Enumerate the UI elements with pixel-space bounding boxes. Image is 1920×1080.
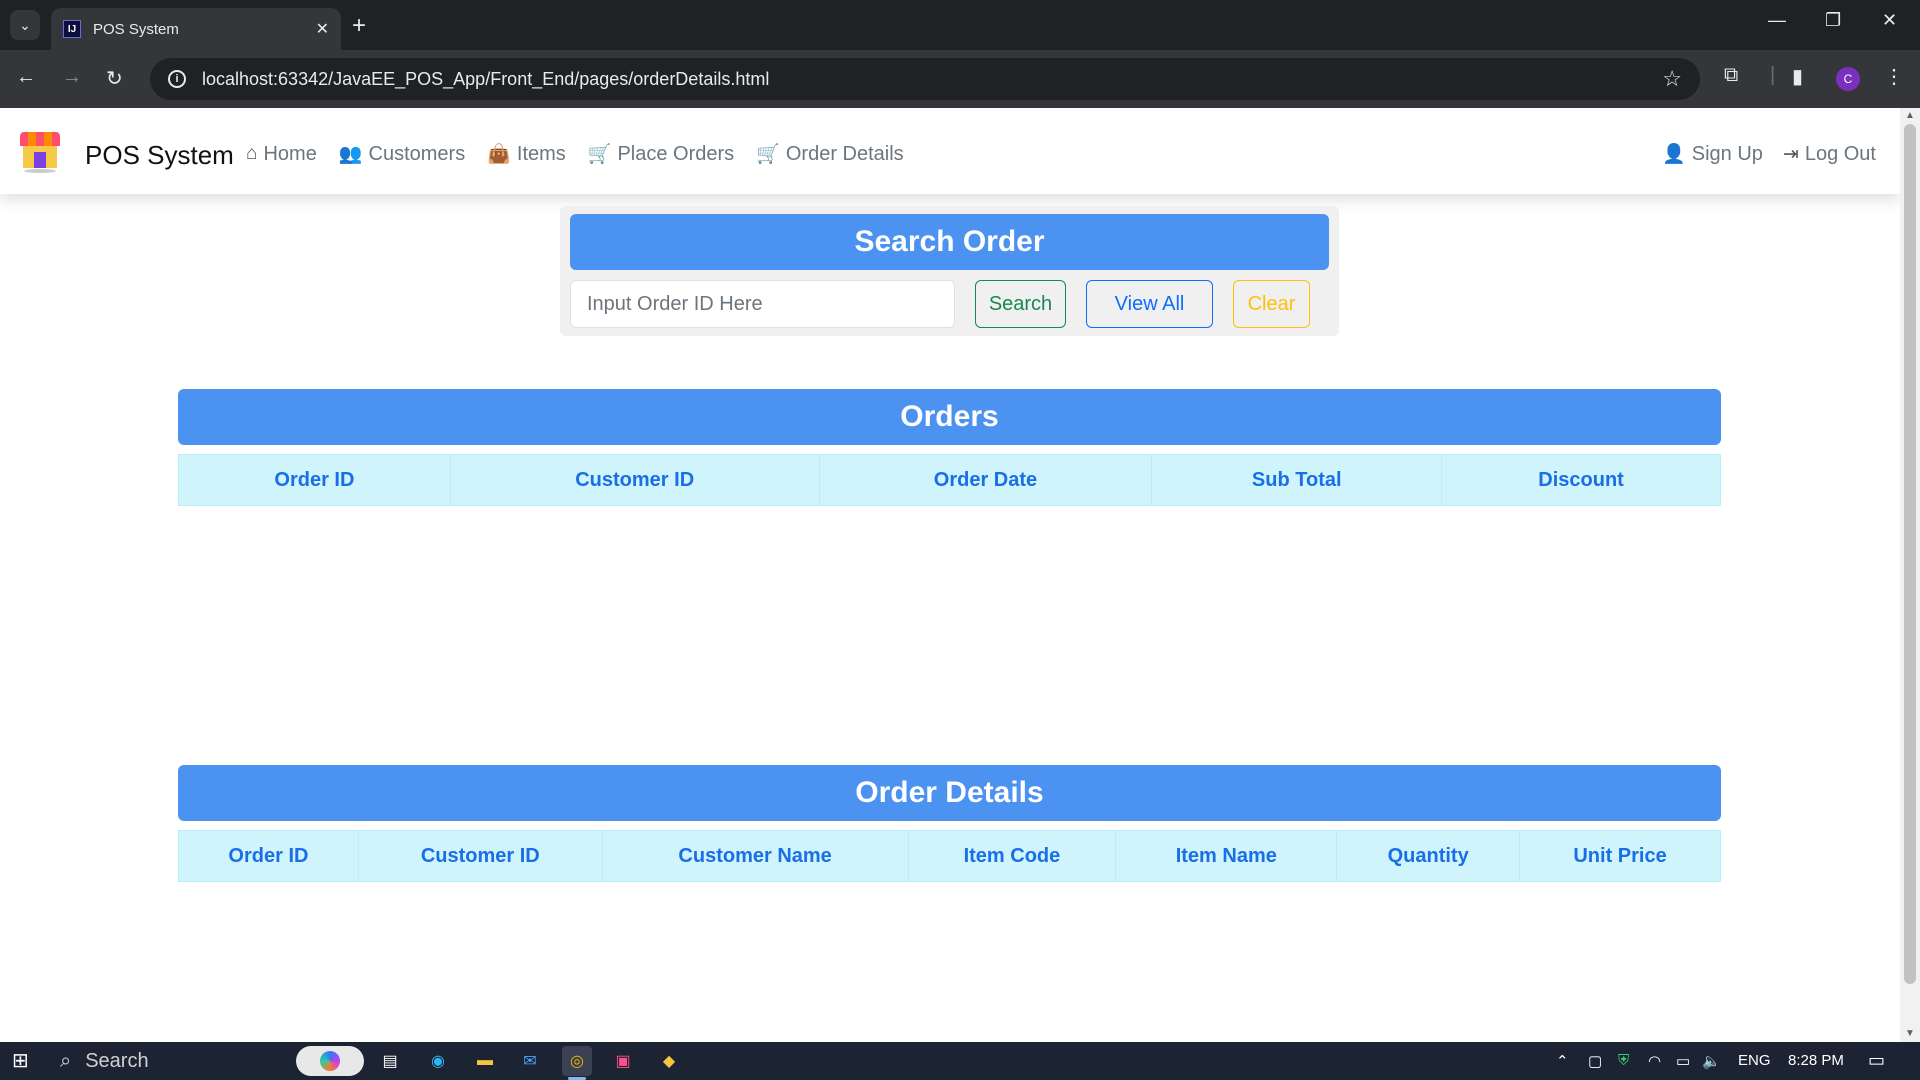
clear-button[interactable]: Clear: [1233, 280, 1310, 328]
orders-title: Orders: [178, 389, 1721, 445]
details-col-item-code[interactable]: Item Code: [907, 830, 1117, 882]
extensions-puzzle-icon[interactable]: ⧉: [1724, 64, 1738, 87]
back-arrow-icon[interactable]: ←: [16, 66, 36, 89]
orders-table: Order ID Customer ID Order Date Sub Tota…: [178, 454, 1721, 506]
security-shield-icon[interactable]: ⛨: [1618, 1052, 1629, 1069]
browser-tab-bar: ⌄ IJ POS System ✕ + — ❐ ✕: [0, 0, 1920, 50]
volume-icon[interactable]: 🔈: [1702, 1052, 1721, 1070]
nav-log-out[interactable]: ⇥ Log Out: [1783, 142, 1876, 166]
chrome-icon[interactable]: ◎: [562, 1046, 592, 1076]
wifi-icon[interactable]: ◠: [1648, 1052, 1661, 1070]
nav-links: ⌂ Home 👥 Customers 👜 Items 🛒 Place Orders 🛒 O…: [246, 142, 904, 166]
order-details-table: Order ID Customer ID Customer Name Item …: [178, 830, 1721, 882]
reload-icon[interactable]: ↻: [106, 66, 123, 91]
orders-col-order-date[interactable]: Order Date: [818, 454, 1153, 506]
intellij-icon[interactable]: ▣: [608, 1046, 638, 1076]
tray-chevron-icon[interactable]: ⌃: [1556, 1052, 1569, 1070]
brand-name[interactable]: POS System: [85, 140, 234, 171]
nav-home-label: Home: [263, 142, 317, 165]
file-explorer-icon[interactable]: ▬: [470, 1046, 500, 1076]
task-view-icon[interactable]: ▤: [375, 1046, 405, 1076]
taskbar-search-icon: ⌕: [60, 1049, 72, 1072]
view-all-button[interactable]: View All: [1086, 280, 1213, 328]
mail-icon[interactable]: ✉: [515, 1046, 545, 1076]
intellij-favicon-icon: IJ: [63, 20, 81, 38]
url-text: localhost:63342/JavaEE_POS_App/Front_End…: [202, 68, 770, 89]
forward-arrow-icon[interactable]: →: [62, 66, 82, 89]
tab-title: POS System: [93, 20, 179, 38]
order-id-search-input[interactable]: [570, 280, 955, 328]
details-col-item-name[interactable]: Item Name: [1115, 830, 1338, 882]
language-indicator[interactable]: ENG: [1738, 1052, 1771, 1069]
copilot-icon[interactable]: [296, 1046, 364, 1076]
page-scrollbar[interactable]: ▲ ▼: [1900, 108, 1920, 1042]
nav-place-orders[interactable]: 🛒 Place Orders: [588, 142, 734, 166]
taskbar-search-label: Search: [85, 1049, 149, 1072]
nav-order-details-label: Order Details: [785, 142, 904, 165]
nav-order-details[interactable]: 🛒 Order Details: [756, 142, 903, 166]
nav-right: 👤 Sign Up ⇥ Log Out: [1662, 142, 1876, 166]
browser-menu-icon[interactable]: ⋮: [1884, 64, 1904, 89]
notifications-icon[interactable]: ▭: [1868, 1050, 1885, 1071]
browser-tab[interactable]: IJ POS System ✕: [51, 8, 341, 50]
search-button[interactable]: Search: [975, 280, 1066, 328]
nav-customers-label: Customers: [368, 142, 466, 165]
cart-icon: 🛒: [756, 144, 780, 165]
scroll-down-arrow-icon[interactable]: ▼: [1905, 1028, 1915, 1039]
orders-col-discount[interactable]: Discount: [1441, 454, 1721, 506]
git-tool-icon[interactable]: ◆: [654, 1046, 684, 1076]
close-tab-icon[interactable]: ✕: [316, 19, 329, 39]
store-logo-icon[interactable]: [20, 132, 60, 173]
windows-start-icon[interactable]: ⊞: [12, 1048, 29, 1073]
clock-time[interactable]: 8:28 PM: [1788, 1052, 1844, 1069]
profile-avatar[interactable]: C: [1836, 67, 1860, 91]
orders-col-customer-id[interactable]: Customer ID: [449, 454, 820, 506]
bookmark-star-icon[interactable]: ☆: [1662, 66, 1682, 92]
nav-sign-up-label: Sign Up: [1691, 142, 1763, 165]
order-details-header-row: Order ID Customer ID Customer Name Item …: [178, 830, 1721, 882]
order-details-title: Order Details: [178, 765, 1721, 821]
orders-col-order-id[interactable]: Order ID: [178, 454, 451, 506]
restore-icon[interactable]: ❐: [1825, 10, 1841, 31]
windows-taskbar: ⊞ ⌕ Search ▤ ◉ ▬ ✉ ◎ ▣ ◆ ⌃ ▢ ⛨ ◠ ▭ 🔈 ENG…: [0, 1042, 1920, 1080]
nav-home[interactable]: ⌂ Home: [246, 142, 317, 166]
details-col-customer-name[interactable]: Customer Name: [601, 830, 909, 882]
cart-plus-icon: 🛒: [587, 144, 612, 165]
logout-icon: ⇥: [1782, 143, 1799, 165]
browser-toolbar: ← → ↻ i localhost:63342/JavaEE_POS_App/F…: [0, 50, 1920, 108]
edge-browser-icon[interactable]: ◉: [423, 1046, 453, 1076]
address-bar[interactable]: i localhost:63342/JavaEE_POS_App/Front_E…: [150, 58, 1700, 100]
scrollbar-thumb[interactable]: [1904, 124, 1916, 984]
page-viewport: POS System ⌂ Home 👥 Customers 👜 Items 🛒 Plac…: [0, 108, 1900, 1042]
battery-icon[interactable]: ▭: [1676, 1052, 1690, 1070]
search-order-title: Search Order: [570, 214, 1329, 270]
nav-sign-up[interactable]: 👤 Sign Up: [1662, 142, 1763, 166]
home-icon: ⌂: [246, 143, 258, 164]
nav-items[interactable]: 👜 Items: [487, 142, 566, 166]
users-icon: 👥: [338, 144, 363, 165]
toolbar-divider: |: [1770, 64, 1776, 86]
nav-customers[interactable]: 👥 Customers: [339, 142, 465, 166]
details-col-customer-id[interactable]: Customer ID: [357, 830, 603, 882]
side-panel-icon[interactable]: ▮: [1792, 64, 1803, 89]
scroll-up-arrow-icon[interactable]: ▲: [1905, 110, 1915, 121]
nav-log-out-label: Log Out: [1804, 142, 1876, 165]
minimize-icon[interactable]: —: [1768, 10, 1786, 31]
user-plus-icon: 👤: [1662, 144, 1686, 165]
meet-now-icon[interactable]: ▢: [1588, 1052, 1602, 1070]
bag-icon: 👜: [487, 144, 511, 165]
new-tab-plus-icon[interactable]: +: [352, 12, 366, 40]
details-col-order-id[interactable]: Order ID: [178, 830, 359, 882]
orders-header-row: Order ID Customer ID Order Date Sub Tota…: [178, 454, 1721, 506]
tab-search-chevron-icon[interactable]: ⌄: [10, 10, 40, 40]
details-col-quantity[interactable]: Quantity: [1336, 830, 1521, 882]
nav-items-label: Items: [516, 142, 566, 165]
search-order-card: Search Order Search View All Clear: [560, 206, 1339, 336]
orders-col-sub-total[interactable]: Sub Total: [1151, 454, 1443, 506]
window-close-icon[interactable]: ✕: [1882, 10, 1897, 31]
details-col-unit-price[interactable]: Unit Price: [1519, 830, 1721, 882]
nav-place-orders-label: Place Orders: [617, 142, 735, 165]
site-info-icon[interactable]: i: [168, 70, 186, 88]
app-navbar: POS System ⌂ Home 👥 Customers 👜 Items 🛒 Plac…: [0, 108, 1900, 194]
